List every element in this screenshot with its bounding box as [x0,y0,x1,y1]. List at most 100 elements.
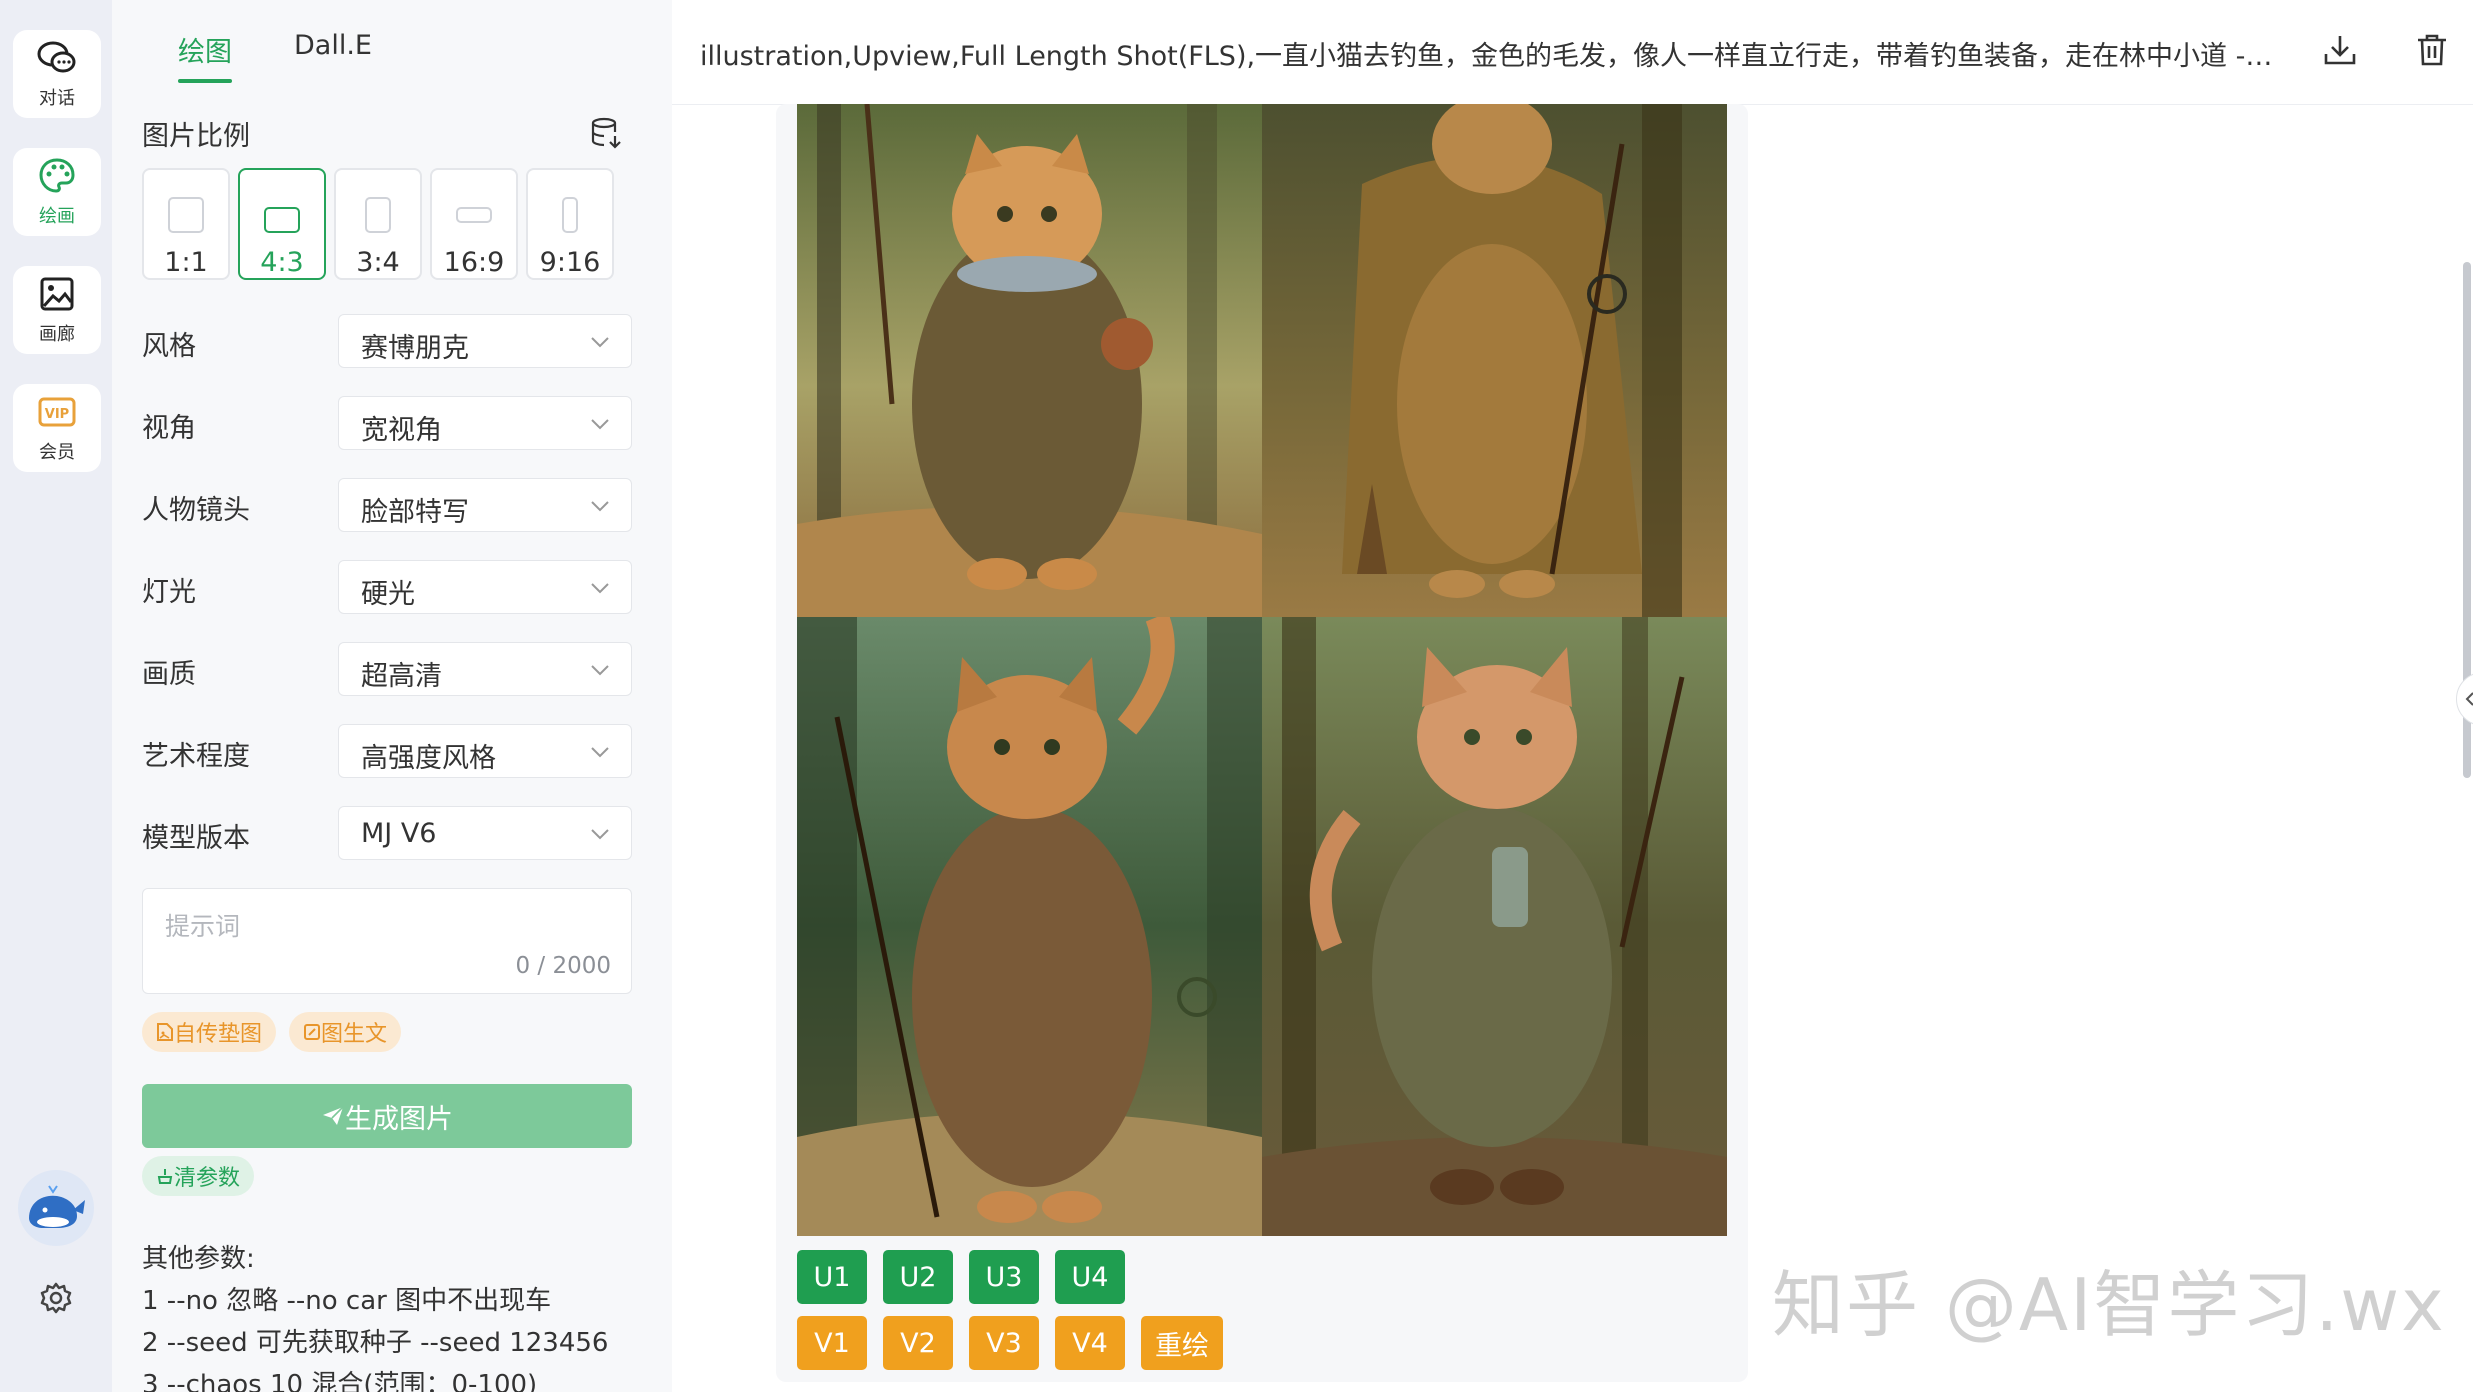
select-value: 硬光 [361,579,415,610]
variation-button-1[interactable]: V1 [797,1316,867,1370]
field-shot: 人物镜头 脸部特写 [142,478,632,532]
tab-dalle[interactable]: Dall.E [294,30,372,83]
nav-item-vip[interactable]: VIP 会员 [13,384,101,472]
other-params: 其他参数: 1 --no 忽略 --no car 图中不出现车 2 --seed… [142,1238,608,1392]
select-value: 超高清 [361,661,442,692]
result-header: illustration,Upview,Full Length Shot(FLS… [672,0,2473,105]
generated-image-4[interactable] [1262,617,1727,1236]
portrait-shape-icon [365,197,391,233]
upscale-button-2[interactable]: U2 [883,1250,953,1304]
chevron-down-icon [591,747,609,758]
ratio-option-9-16[interactable]: 9:16 [526,168,614,280]
tab-draw[interactable]: 绘图 [178,30,232,83]
field-view: 视角 宽视角 [142,396,632,450]
quality-select[interactable]: 超高清 [338,642,632,696]
field-style: 风格 赛博朋克 [142,314,632,368]
ratio-option-1-1[interactable]: 1:1 [142,168,230,280]
avatar[interactable] [18,1170,94,1246]
upscale-buttons: U1 U2 U3 U4 [797,1250,1125,1304]
other-param-line: 2 --seed 可先获取种子 --seed 123456 [142,1328,609,1358]
variation-button-3[interactable]: V3 [969,1316,1039,1370]
field-lighting: 灯光 硬光 [142,560,632,614]
download-icon[interactable] [2322,32,2362,72]
nav-label-vip: 会员 [39,442,75,463]
upscale-button-4[interactable]: U4 [1055,1250,1125,1304]
ratio-option-16-9[interactable]: 16:9 [430,168,518,280]
shot-select[interactable]: 脸部特写 [338,478,632,532]
svg-text:VIP: VIP [45,407,69,422]
field-label: 艺术程度 [142,741,250,772]
stylize-select[interactable]: 高强度风格 [338,724,632,778]
view-select[interactable]: 宽视角 [338,396,632,450]
reroll-button[interactable]: 重绘 [1141,1316,1223,1370]
ratio-option-3-4[interactable]: 3:4 [334,168,422,280]
lighting-select[interactable]: 硬光 [338,560,632,614]
field-stylize: 艺术程度 高强度风格 [142,724,632,778]
gear-icon[interactable] [36,1278,76,1318]
field-model: 模型版本 MJ V6 [142,806,632,860]
variation-button-4[interactable]: V4 [1055,1316,1125,1370]
upload-image-label: 自传垫图 [174,1022,263,1047]
panel-tabs: 绘图 Dall.E [178,30,372,83]
tall-shape-icon [562,197,578,233]
select-value: 赛博朋克 [361,333,469,364]
select-value: 高强度风格 [361,743,496,774]
upscale-button-1[interactable]: U1 [797,1250,867,1304]
send-icon [323,1106,344,1125]
nav-label-chat: 对话 [39,88,75,109]
nav-item-chat[interactable]: 对话 [13,30,101,118]
field-label: 画质 [142,659,196,690]
nav-item-draw[interactable]: 绘画 [13,148,101,236]
ratio-label: 4:3 [260,247,304,278]
chevron-down-icon [591,665,609,676]
select-value: 宽视角 [361,415,442,446]
collapse-handle[interactable] [2456,672,2473,726]
ratio-label: 16:9 [443,247,505,278]
other-param-line: 1 --no 忽略 --no car 图中不出现车 [142,1286,552,1316]
field-label: 模型版本 [142,823,250,854]
chevron-down-icon [591,583,609,594]
ratio-label: 1:1 [164,247,208,278]
palette-icon [37,156,77,196]
chevron-left-icon [2465,692,2473,706]
generated-image-grid[interactable] [797,104,1727,1236]
square-shape-icon [168,197,204,233]
chevron-down-icon [591,501,609,512]
generated-image-3[interactable] [797,617,1262,1236]
ratio-label: 9:16 [539,247,601,278]
generate-label: 生成图片 [345,1103,453,1135]
variation-button-2[interactable]: V2 [883,1316,953,1370]
trash-icon[interactable] [2414,32,2454,72]
field-label: 视角 [142,413,196,444]
prompt-char-count: 0 / 2000 [515,953,611,979]
clear-params-button[interactable]: 清参数 [142,1156,255,1196]
chevron-down-icon [591,337,609,348]
landscape-shape-icon [264,207,300,233]
nav-label-draw: 绘画 [39,206,75,227]
upload-image-button[interactable]: 自传垫图 [142,1012,277,1052]
field-label: 风格 [142,331,196,362]
upscale-button-3[interactable]: U3 [969,1250,1039,1304]
nav-item-gallery[interactable]: 画廊 [13,266,101,354]
clear-params-label: 清参数 [174,1166,241,1191]
gallery-icon [37,274,77,314]
prompt-text: illustration,Upview,Full Length Shot(FLS… [700,41,2280,72]
image-to-text-button[interactable]: 图生文 [289,1012,402,1052]
ratio-option-4-3[interactable]: 4:3 [238,168,326,280]
database-icon[interactable] [590,116,626,152]
variation-buttons: V1 V2 V3 V4 重绘 [797,1316,1223,1370]
chevron-down-icon [591,829,609,840]
select-value: 脸部特写 [361,497,469,528]
other-param-line: 3 --chaos 10 混合(范围：0-100) [142,1370,538,1392]
generated-image-1[interactable] [797,104,1262,617]
model-select[interactable]: MJ V6 [338,806,632,860]
generated-image-2[interactable] [1262,104,1727,617]
other-params-title: 其他参数: [142,1244,255,1274]
vip-icon: VIP [37,392,77,432]
prompt-placeholder: 提示词 [165,912,241,941]
field-label: 灯光 [142,577,196,608]
prompt-input[interactable]: 提示词 0 / 2000 [142,888,632,994]
edit-icon [304,1024,320,1040]
style-select[interactable]: 赛博朋克 [338,314,632,368]
generate-button[interactable]: 生成图片 [142,1084,632,1148]
